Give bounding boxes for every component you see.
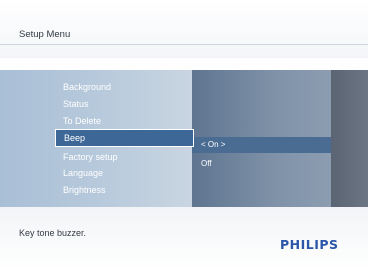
menu-item-brightness[interactable]: Brightness: [63, 183, 106, 197]
help-text: Key tone buzzer.: [19, 228, 87, 238]
menu-area: < On > Off Background Status To Delete B…: [0, 70, 368, 207]
right-panel: [331, 70, 368, 207]
menu-item-language[interactable]: Language: [63, 166, 103, 180]
menu-item-beep[interactable]: Beep: [55, 129, 194, 147]
option-off[interactable]: Off: [201, 158, 212, 170]
options-panel: < On > Off: [192, 70, 331, 207]
brand-logo: PHILIPS: [280, 237, 339, 252]
menu-item-background[interactable]: Background: [63, 80, 111, 94]
menu-item-factory-setup[interactable]: Factory setup: [63, 150, 118, 164]
menu-item-status[interactable]: Status: [63, 97, 89, 111]
header-bar: Setup Menu: [0, 0, 368, 58]
header-divider: [0, 44, 368, 45]
setup-menu-screen: Setup Menu < On > Off Background Status …: [0, 0, 368, 270]
page-title: Setup Menu: [19, 29, 71, 40]
footer-bar: Key tone buzzer. PHILIPS: [0, 207, 368, 270]
option-on[interactable]: < On >: [201, 139, 225, 151]
menu-item-to-delete[interactable]: To Delete: [63, 114, 101, 128]
